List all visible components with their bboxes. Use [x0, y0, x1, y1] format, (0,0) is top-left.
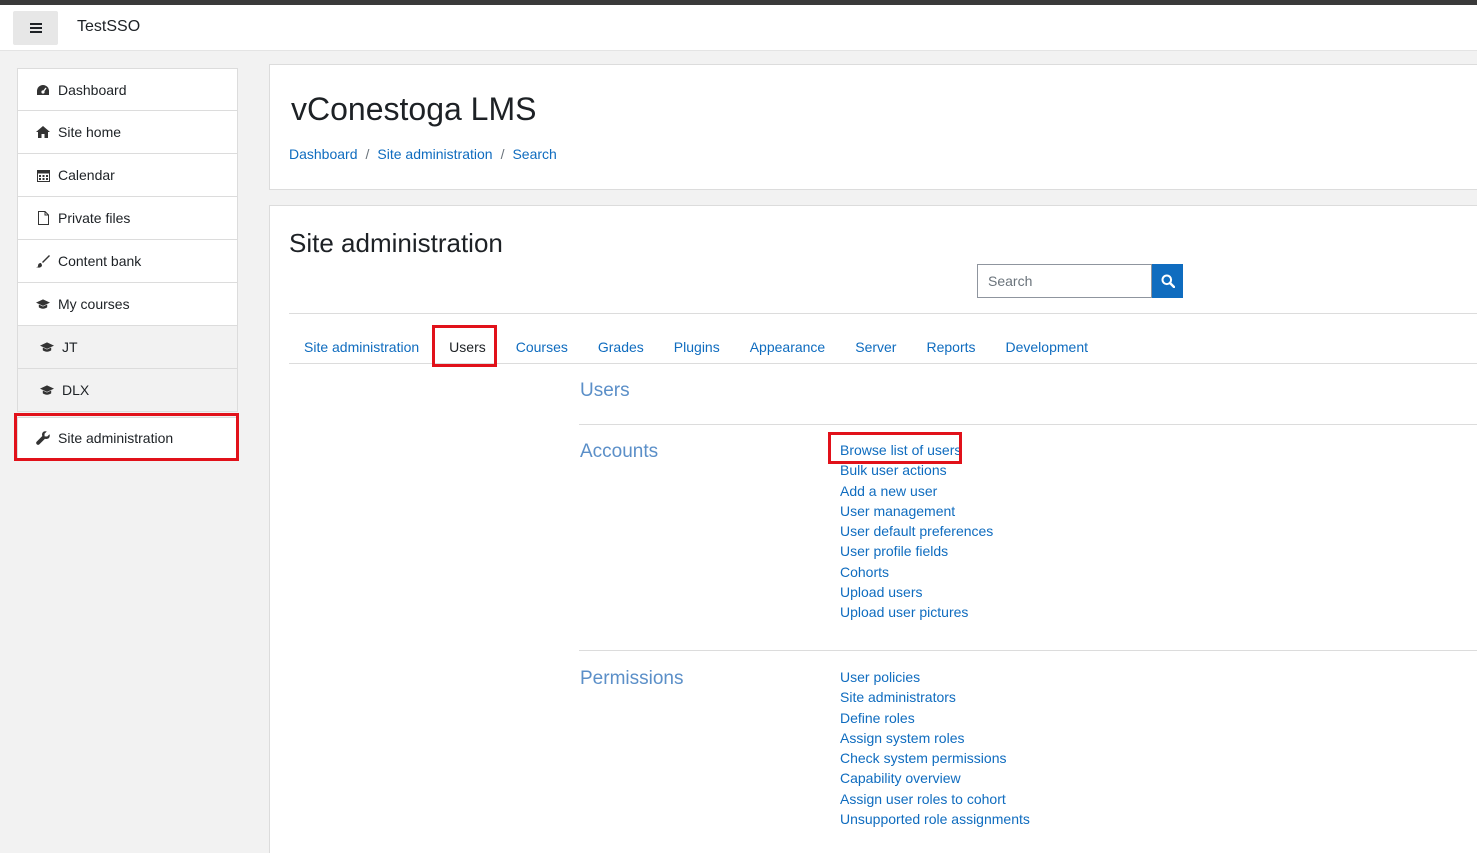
users-heading: Users: [580, 380, 630, 401]
page-title: vConestoga LMS: [291, 91, 537, 127]
link-upload-user-pictures[interactable]: Upload user pictures: [840, 602, 993, 622]
tab-courses[interactable]: Courses: [501, 330, 583, 364]
top-navbar: TestSSO: [0, 5, 1477, 51]
link-check-system-permissions[interactable]: Check system permissions: [840, 748, 1030, 768]
dashboard-icon: [36, 83, 50, 97]
link-user-default-preferences[interactable]: User default preferences: [840, 521, 993, 541]
accounts-link-list: Browse list of users Bulk user actions A…: [840, 440, 993, 623]
accounts-heading: Accounts: [580, 441, 659, 462]
link-user-management[interactable]: User management: [840, 501, 993, 521]
breadcrumb-separator: /: [365, 146, 370, 162]
sidebar-item-course-dlx[interactable]: DLX: [17, 369, 238, 412]
breadcrumb-site-administration[interactable]: Site administration: [377, 146, 492, 162]
sidebar-item-label: Content bank: [58, 253, 142, 269]
link-browse-list-of-users[interactable]: Browse list of users: [840, 440, 993, 460]
link-assign-system-roles[interactable]: Assign system roles: [840, 728, 1030, 748]
tab-reports[interactable]: Reports: [911, 330, 990, 364]
sidebar-item-my-courses[interactable]: My courses: [17, 283, 238, 326]
hamburger-menu-icon[interactable]: [13, 11, 58, 45]
calendar-icon: [36, 168, 50, 182]
breadcrumb-search[interactable]: Search: [512, 146, 556, 162]
link-user-policies[interactable]: User policies: [840, 667, 1030, 687]
sidebar-item-label: Site administration: [58, 430, 174, 446]
link-cohorts[interactable]: Cohorts: [840, 562, 993, 582]
link-site-administrators[interactable]: Site administrators: [840, 687, 1030, 707]
file-icon: [36, 211, 50, 225]
tab-plugins[interactable]: Plugins: [659, 330, 735, 364]
link-bulk-user-actions[interactable]: Bulk user actions: [840, 460, 993, 480]
link-define-roles[interactable]: Define roles: [840, 708, 1030, 728]
tab-appearance[interactable]: Appearance: [735, 330, 841, 364]
link-add-new-user[interactable]: Add a new user: [840, 481, 993, 501]
paintbrush-icon: [36, 254, 50, 268]
home-icon: [36, 125, 50, 139]
divider: [579, 650, 1477, 651]
tab-grades[interactable]: Grades: [583, 330, 659, 364]
nav-list: Dashboard Site home Calendar Private fil…: [17, 68, 238, 459]
link-unsupported-role-assignments[interactable]: Unsupported role assignments: [840, 809, 1030, 829]
breadcrumb-dashboard[interactable]: Dashboard: [289, 146, 358, 162]
divider: [579, 424, 1477, 425]
tab-server[interactable]: Server: [840, 330, 911, 364]
sidebar-item-dashboard[interactable]: Dashboard: [17, 68, 238, 111]
sidebar-item-course-jt[interactable]: JT: [17, 326, 238, 369]
sidebar-item-calendar[interactable]: Calendar: [17, 154, 238, 197]
sidebar-item-label: DLX: [62, 382, 90, 398]
section-heading: Site administration: [289, 228, 503, 258]
sidebar-item-label: JT: [62, 339, 78, 355]
site-name[interactable]: TestSSO: [77, 18, 140, 36]
graduation-cap-icon: [36, 297, 50, 311]
tab-development[interactable]: Development: [991, 330, 1104, 364]
page-header: vConestoga LMS Dashboard / Site administra…: [269, 64, 1477, 190]
nav-drawer: Dashboard Site home Calendar Private fil…: [0, 51, 256, 853]
sidebar-item-label: My courses: [58, 296, 130, 312]
sidebar-item-site-administration[interactable]: Site administration: [17, 417, 238, 459]
wrench-icon: [36, 431, 50, 445]
sidebar-item-label: Private files: [58, 210, 131, 226]
main-region: Site administration Site administration …: [269, 205, 1477, 853]
permissions-heading: Permissions: [580, 668, 684, 689]
sidebar-item-label: Dashboard: [58, 81, 127, 98]
permissions-link-list: User policies Site administrators Define…: [840, 667, 1030, 829]
sidebar-item-label: Site home: [58, 124, 122, 140]
search-icon: [1161, 274, 1175, 288]
divider: [289, 363, 1477, 364]
tab-users[interactable]: Users: [434, 330, 501, 364]
sidebar-item-content-bank[interactable]: Content bank: [17, 240, 238, 283]
link-capability-overview[interactable]: Capability overview: [840, 768, 1030, 788]
graduation-cap-icon: [40, 340, 54, 354]
breadcrumb-separator: /: [500, 146, 505, 162]
divider: [289, 313, 1477, 314]
breadcrumb: Dashboard / Site administration / Search: [289, 146, 557, 162]
tab-site-administration[interactable]: Site administration: [289, 330, 434, 364]
admin-tabs: Site administration Users Courses Grades…: [289, 330, 1103, 364]
link-user-profile-fields[interactable]: User profile fields: [840, 541, 993, 561]
link-assign-user-roles-to-cohort[interactable]: Assign user roles to cohort: [840, 789, 1030, 809]
link-upload-users[interactable]: Upload users: [840, 582, 993, 602]
sidebar-item-label: Calendar: [58, 167, 115, 183]
search-button[interactable]: [1152, 264, 1183, 298]
sidebar-item-site-home[interactable]: Site home: [17, 111, 238, 154]
admin-search-input[interactable]: [977, 264, 1152, 298]
sidebar-item-private-files[interactable]: Private files: [17, 197, 238, 240]
graduation-cap-icon: [40, 383, 54, 397]
